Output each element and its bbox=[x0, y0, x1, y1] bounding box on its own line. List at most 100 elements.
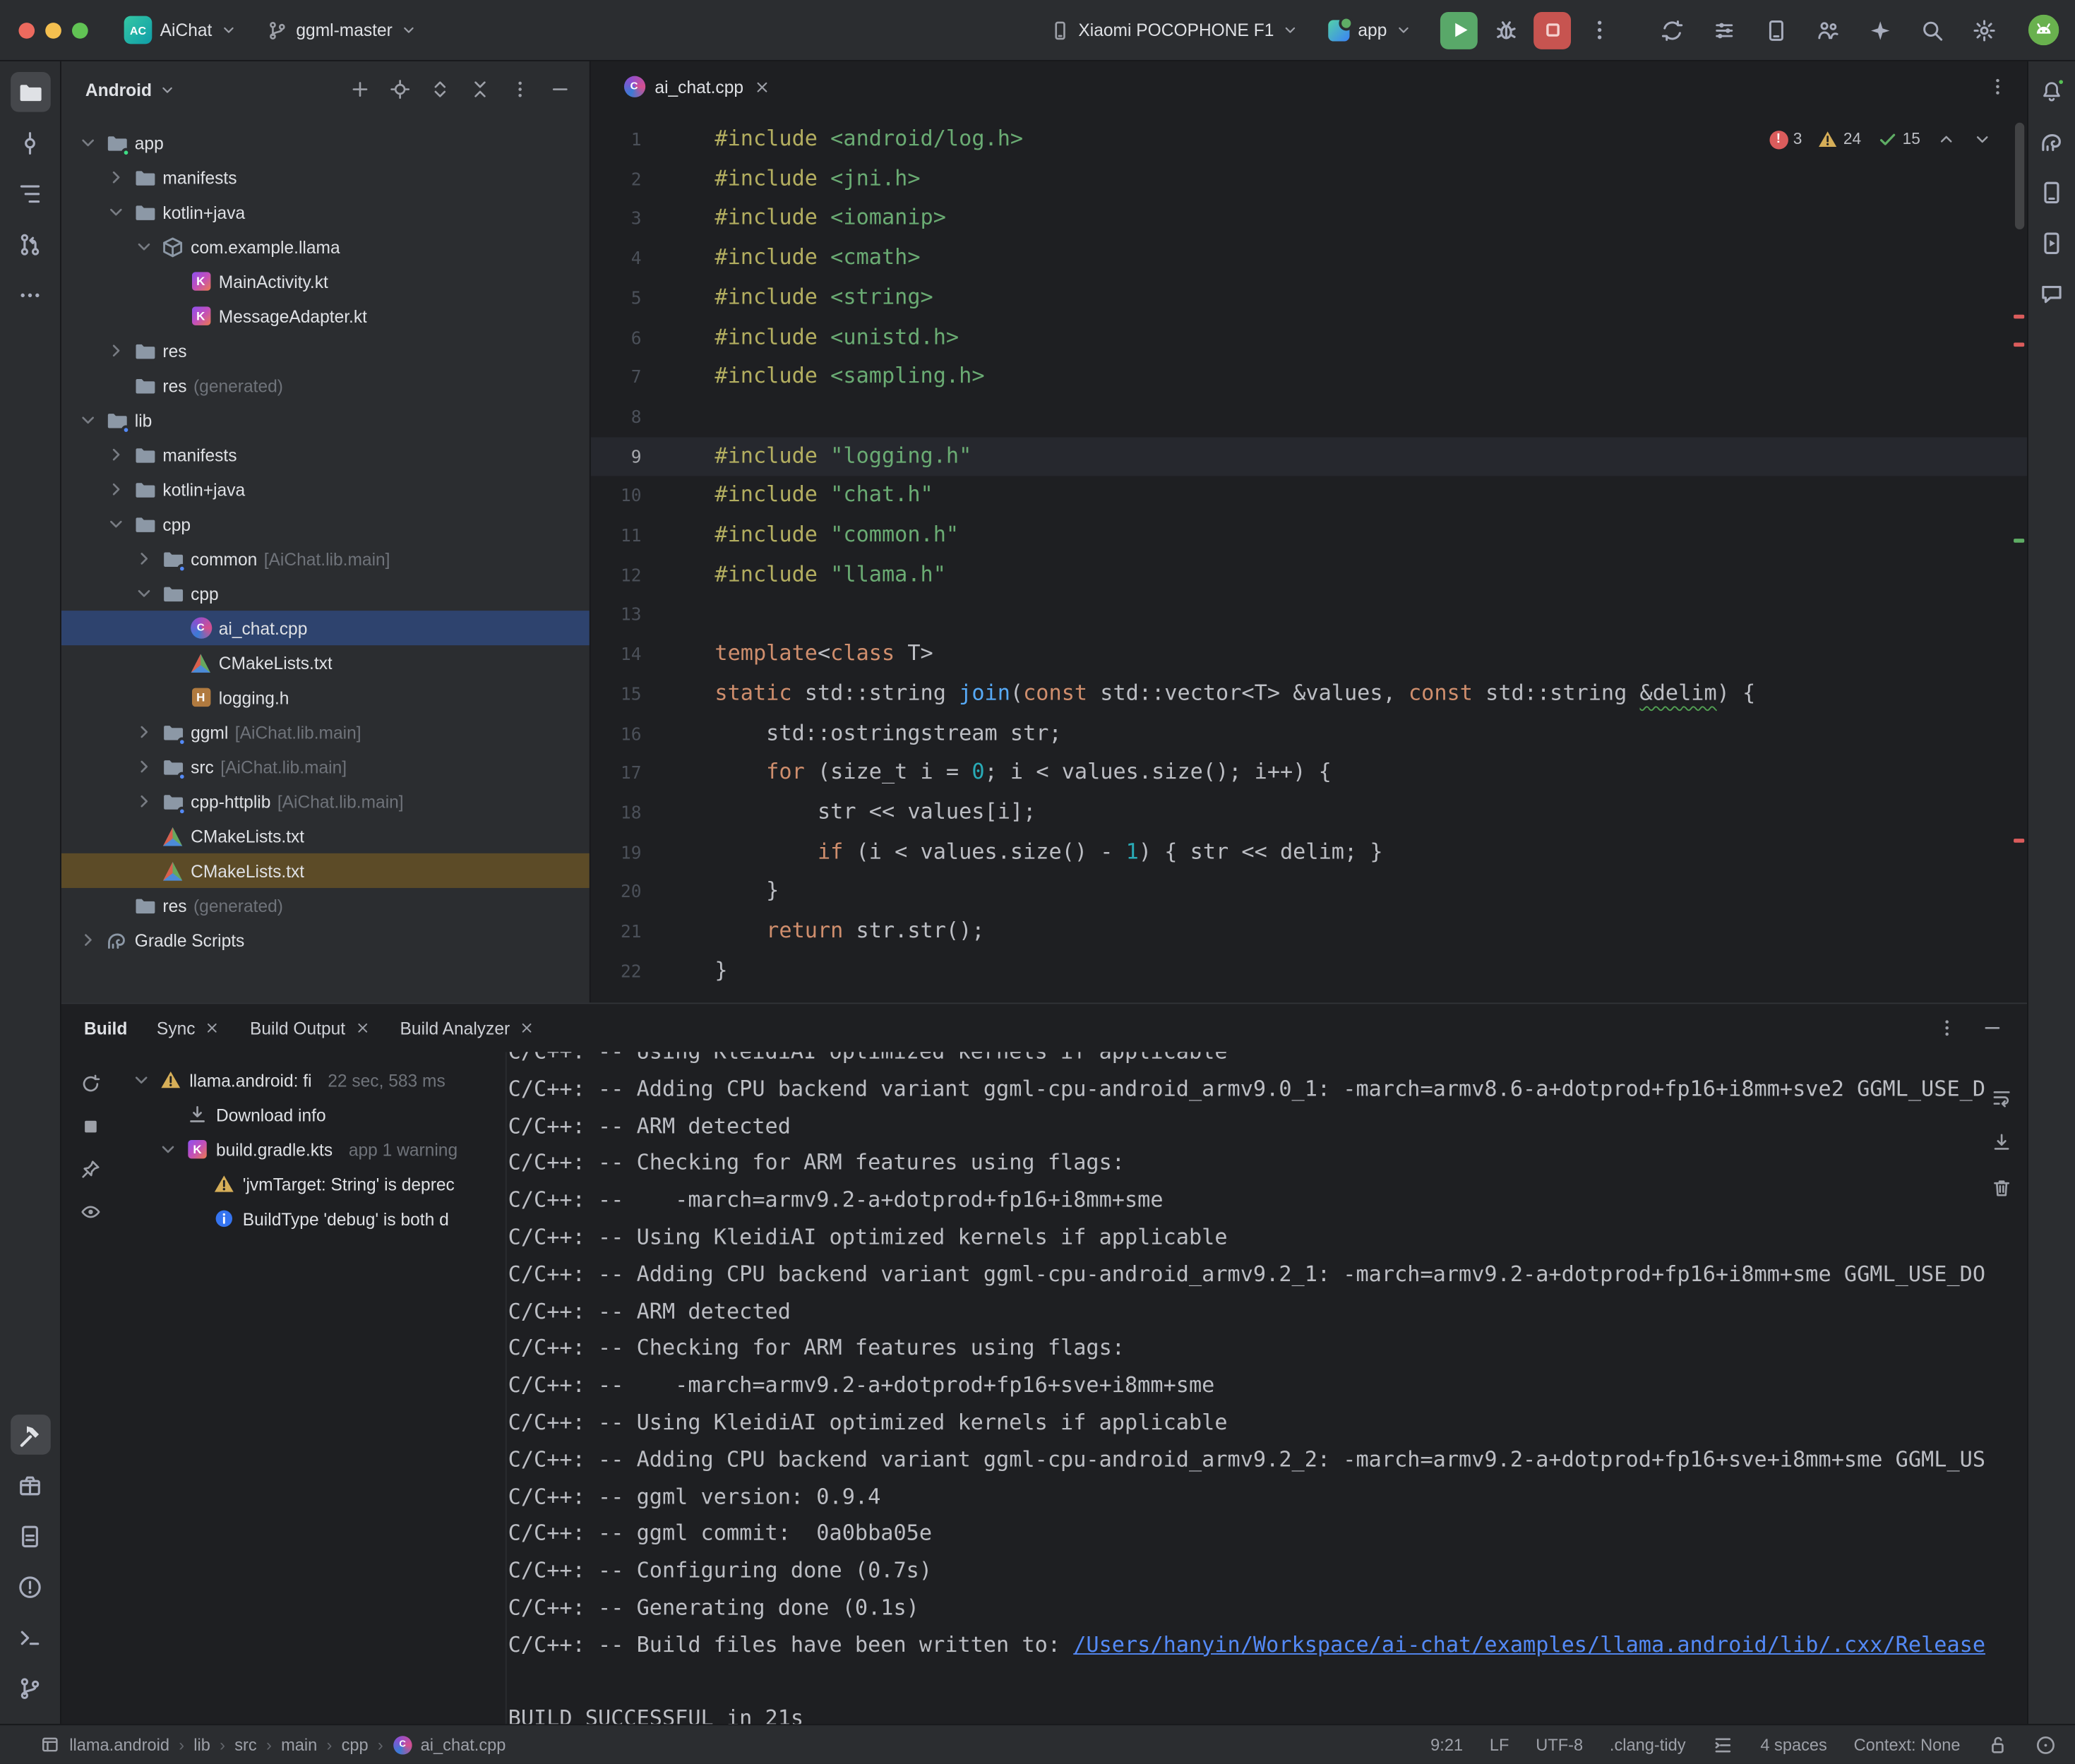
close-window-button[interactable] bbox=[18, 22, 35, 38]
build-tab-build-analyzer[interactable]: Build Analyzer bbox=[400, 1018, 536, 1038]
packages-tool-button[interactable] bbox=[10, 1465, 50, 1506]
device-manager-button[interactable] bbox=[1759, 13, 1793, 47]
editor-tab-ai-chat-cpp[interactable]: C ai_chat.cpp bbox=[609, 61, 783, 112]
stop-button[interactable] bbox=[1533, 11, 1571, 49]
search-button[interactable] bbox=[1915, 13, 1949, 47]
code-line-2[interactable]: 2#include <jni.h> bbox=[591, 160, 2027, 199]
expand-all-button[interactable] bbox=[424, 73, 456, 105]
tree-item-cmakelists-txt[interactable]: CMakeLists.txt bbox=[61, 819, 590, 853]
editor[interactable]: 1#include <android/log.h>2#include <jni.… bbox=[591, 112, 2027, 1003]
build-console[interactable]: C/C++: -- Using KleidiAI optimized kerne… bbox=[507, 1052, 2027, 1724]
version-control-tool-button[interactable] bbox=[10, 1668, 50, 1708]
error-stripe-mark[interactable] bbox=[2014, 315, 2024, 319]
tree-item-cmakelists-txt[interactable]: CMakeLists.txt bbox=[61, 645, 590, 680]
tree-item-ai-chat-cpp[interactable]: Cai_chat.cpp bbox=[61, 611, 590, 645]
status-indicator-icon[interactable] bbox=[2035, 1734, 2056, 1755]
more-horizontal-tool-button[interactable] bbox=[10, 275, 50, 315]
run-configuration-selector[interactable]: app bbox=[1320, 14, 1422, 46]
code-line-9[interactable]: 9#include "logging.h" bbox=[591, 437, 2027, 476]
tree-item-cpp-httplib-aichat-lib-main[interactable]: cpp-httplib[AiChat.lib.main] bbox=[61, 784, 590, 819]
indent-icon[interactable] bbox=[1712, 1734, 1733, 1755]
code-line-3[interactable]: 3#include <iomanip> bbox=[591, 199, 2027, 239]
tree-item-manifests[interactable]: manifests bbox=[61, 160, 590, 195]
tree-item-cpp[interactable]: cpp bbox=[61, 576, 590, 611]
commit-tool-button[interactable] bbox=[10, 123, 50, 163]
tree-item-gradle-scripts[interactable]: Gradle Scripts bbox=[61, 923, 590, 957]
code-line-5[interactable]: 5#include <string> bbox=[591, 278, 2027, 318]
tree-item-kotlin-java[interactable]: kotlin+java bbox=[61, 195, 590, 229]
settings-button[interactable] bbox=[1967, 13, 2002, 47]
code-line-8[interactable]: 8 bbox=[591, 397, 2027, 437]
info-stripe-mark[interactable] bbox=[2014, 539, 2024, 543]
error-stripe-mark[interactable] bbox=[2014, 839, 2024, 843]
code-line-19[interactable]: 19 if (i < values.size() - 1) { str << d… bbox=[591, 833, 2027, 872]
code-line-4[interactable]: 4#include <cmath> bbox=[591, 239, 2027, 278]
breadcrumb-lib[interactable]: lib bbox=[193, 1735, 210, 1753]
profile-avatar[interactable] bbox=[2028, 15, 2059, 45]
build-tree-item-llama-android-fi[interactable]: llama.android: fi22 sec, 583 ms bbox=[120, 1062, 506, 1097]
build-tool-button[interactable] bbox=[10, 1415, 50, 1455]
close-tab-icon[interactable] bbox=[519, 1020, 535, 1036]
close-tab-icon[interactable] bbox=[753, 78, 770, 95]
app-insights-tool-button[interactable] bbox=[2033, 275, 2071, 312]
code-line-6[interactable]: 6#include <unistd.h> bbox=[591, 318, 2027, 358]
breadcrumb-cpp[interactable]: cpp bbox=[342, 1735, 369, 1753]
fullscreen-window-button[interactable] bbox=[72, 22, 88, 38]
notifications-tool-button[interactable] bbox=[2033, 72, 2071, 109]
build-variants-button[interactable] bbox=[1707, 13, 1742, 47]
tree-item-cpp[interactable]: cpp bbox=[61, 507, 590, 541]
refresh-button[interactable] bbox=[75, 1068, 107, 1100]
project-widget[interactable]: AC AiChat bbox=[114, 11, 246, 49]
plus-button[interactable] bbox=[344, 73, 376, 105]
tree-item-ggml-aichat-lib-main[interactable]: ggml[AiChat.lib.main] bbox=[61, 714, 590, 749]
tree-item-messageadapter-kt[interactable]: KMessageAdapter.kt bbox=[61, 299, 590, 333]
tree-item-app[interactable]: app bbox=[61, 126, 590, 160]
tree-item-res-generated[interactable]: res(generated) bbox=[61, 368, 590, 402]
pull-requests-tool-button[interactable] bbox=[10, 224, 50, 264]
line-separator-widget[interactable]: LF bbox=[1490, 1735, 1509, 1753]
scroll-end-button[interactable] bbox=[1985, 1127, 2017, 1158]
breadcrumb-file[interactable]: Cai_chat.cpp bbox=[393, 1734, 506, 1754]
code-with-me-button[interactable] bbox=[1811, 13, 1846, 47]
code-line-22[interactable]: 22} bbox=[591, 952, 2027, 991]
tree-item-kotlin-java[interactable]: kotlin+java bbox=[61, 472, 590, 507]
breadcrumb-llama-android[interactable]: llama.android bbox=[69, 1735, 169, 1753]
sync-project-button[interactable] bbox=[1655, 13, 1690, 47]
tree-item-com-example-llama[interactable]: com.example.llama bbox=[61, 229, 590, 264]
inspections-widget[interactable]: ! 3 24 15 bbox=[1769, 121, 1992, 158]
code-line-21[interactable]: 21 return str.str(); bbox=[591, 912, 2027, 952]
code-line-10[interactable]: 10#include "chat.h" bbox=[591, 476, 2027, 516]
build-files-link[interactable]: /Users/hanyin/Workspace/ai-chat/examples… bbox=[1073, 1631, 1985, 1657]
build-tab-sync[interactable]: Sync bbox=[157, 1018, 220, 1038]
soft-wrap-button[interactable] bbox=[1985, 1081, 2017, 1113]
context-widget[interactable]: Context: None bbox=[1854, 1735, 1961, 1753]
tree-item-lib[interactable]: lib bbox=[61, 402, 590, 437]
tree-item-common-aichat-lib-main[interactable]: common[AiChat.lib.main] bbox=[61, 541, 590, 576]
scrollbar-thumb[interactable] bbox=[2015, 123, 2024, 229]
tree-item-res-generated[interactable]: res(generated) bbox=[61, 888, 590, 923]
code-line-20[interactable]: 20 } bbox=[591, 872, 2027, 912]
code-line-23[interactable]: 23 bbox=[591, 991, 2027, 1002]
close-tab-icon[interactable] bbox=[354, 1020, 371, 1036]
code-style-widget[interactable]: .clang-tidy bbox=[1610, 1735, 1686, 1753]
more-vertical-button[interactable] bbox=[504, 73, 536, 105]
more-vertical-button[interactable] bbox=[1580, 11, 1617, 49]
terminal-tool-button[interactable] bbox=[10, 1617, 50, 1657]
tree-item-manifests[interactable]: manifests bbox=[61, 438, 590, 472]
tree-item-res[interactable]: res bbox=[61, 333, 590, 368]
vcs-branch-widget[interactable]: ggml-master bbox=[258, 14, 427, 46]
project-folder-tool-button[interactable] bbox=[10, 72, 50, 112]
code-line-12[interactable]: 12#include "llama.h" bbox=[591, 556, 2027, 595]
project-view-selector[interactable]: Android bbox=[85, 79, 176, 99]
more-vertical-icon[interactable] bbox=[1987, 76, 2008, 97]
lock-open-icon[interactable] bbox=[1987, 1734, 2008, 1755]
running-devices-tool-button[interactable] bbox=[2033, 224, 2071, 261]
code-line-15[interactable]: 15static std::string join(const std::vec… bbox=[591, 674, 2027, 714]
next-issue-icon[interactable] bbox=[1973, 130, 1992, 150]
caret-position-widget[interactable]: 9:21 bbox=[1430, 1735, 1463, 1753]
hide-button[interactable] bbox=[1976, 1012, 2008, 1044]
build-tree-item-build-gradle-kts[interactable]: Kbuild.gradle.ktsapp 1 warning bbox=[120, 1132, 506, 1167]
encoding-widget[interactable]: UTF-8 bbox=[1536, 1735, 1583, 1753]
close-tab-icon[interactable] bbox=[205, 1020, 221, 1036]
code-line-7[interactable]: 7#include <sampling.h> bbox=[591, 358, 2027, 397]
